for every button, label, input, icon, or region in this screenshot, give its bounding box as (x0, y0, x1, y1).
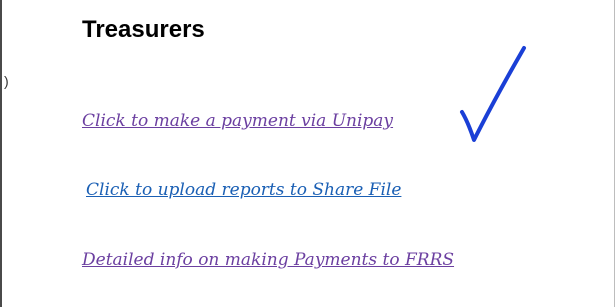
sharefile-upload-link[interactable]: Click to upload reports to Share File (86, 180, 401, 200)
clipped-sidebar-text: ) (4, 73, 9, 89)
section-heading: Treasurers (82, 16, 205, 43)
frrs-payment-info-link[interactable]: Detailed info on making Payments to FRRS (82, 250, 454, 270)
checkmark-annotation-icon (460, 46, 526, 142)
left-panel-divider (0, 0, 2, 307)
page-frame: ) Treasurers Click to make a payment via… (0, 0, 615, 307)
unipay-payment-link[interactable]: Click to make a payment via Unipay (82, 111, 393, 131)
